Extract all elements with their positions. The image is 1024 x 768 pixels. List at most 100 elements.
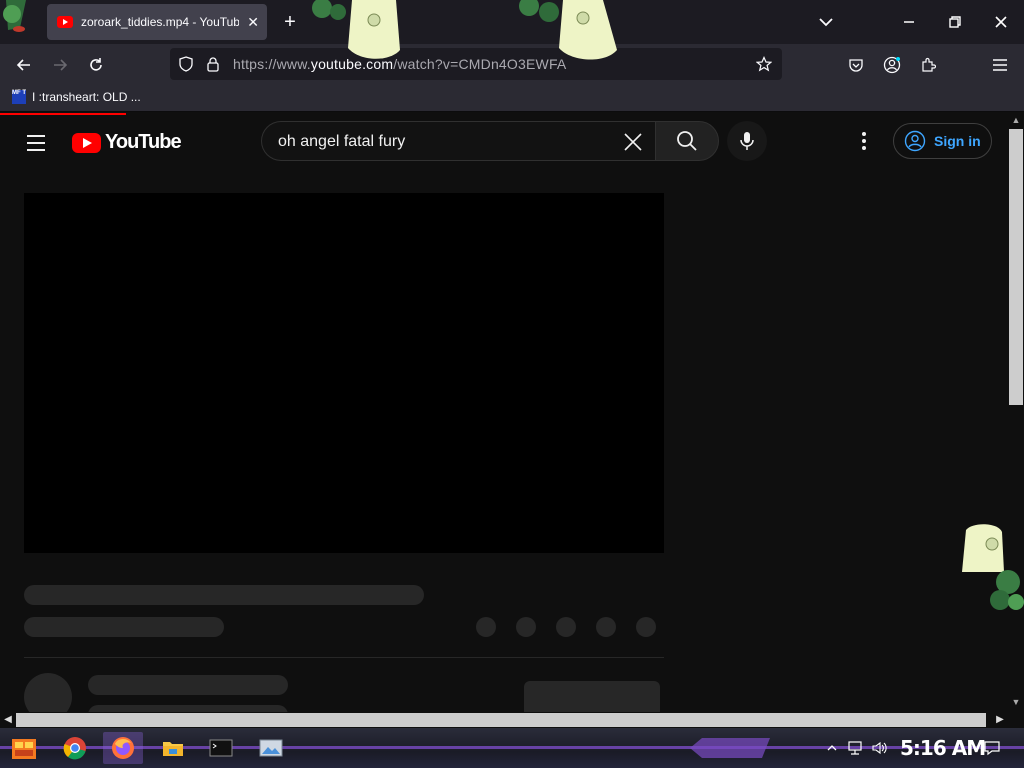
guide-menu-button[interactable] [18, 125, 54, 161]
taskbar-chrome[interactable] [55, 732, 95, 764]
vertical-scroll-thumb[interactable] [1009, 129, 1023, 405]
arrow-left-icon [16, 59, 30, 71]
notification-icon [984, 741, 1000, 756]
restore-icon [949, 16, 961, 28]
chevron-down-icon [819, 18, 833, 27]
sign-in-button[interactable]: Sign in [893, 123, 992, 159]
start-menu-icon [12, 739, 36, 759]
account-button[interactable] [878, 51, 906, 79]
taskbar-clock[interactable]: 5:16 AM [900, 736, 986, 760]
microphone-icon [740, 132, 754, 150]
action-skeleton [596, 617, 616, 637]
reload-button[interactable] [82, 51, 110, 79]
taskbar-image-viewer[interactable] [251, 732, 291, 764]
search-query: oh angel fatal fury [278, 133, 406, 150]
bookmarks-toolbar: MF T I :transheart: OLD ... [0, 86, 1024, 112]
page-loading-bar [0, 113, 126, 115]
list-all-tabs-button[interactable] [812, 10, 840, 34]
start-button[interactable] [4, 732, 44, 764]
show-hidden-icons-button[interactable] [822, 738, 842, 758]
youtube-favicon-icon [57, 16, 73, 28]
search-icon [677, 131, 697, 151]
close-window-button[interactable] [986, 8, 1016, 36]
channel-subs-skeleton [88, 705, 288, 712]
close-icon [624, 133, 642, 151]
youtube-logo[interactable]: YouTube [72, 131, 182, 154]
lock-icon[interactable] [206, 56, 220, 72]
scroll-down-arrow-icon[interactable]: ▼ [1008, 697, 1024, 711]
bookmark-item[interactable]: MF T I :transheart: OLD ... [12, 90, 141, 104]
subscribe-skeleton [524, 681, 660, 712]
taskbar-file-explorer[interactable] [153, 732, 193, 764]
new-tab-button[interactable]: + [278, 8, 302, 36]
taskbar-firefox[interactable] [103, 732, 143, 764]
user-circle-icon [904, 130, 926, 152]
search-button[interactable] [655, 121, 719, 161]
app-menu-button[interactable] [986, 51, 1014, 79]
youtube-wordmark: YouTube [105, 131, 182, 153]
vertical-scrollbar[interactable]: ▲ ▼ [1008, 113, 1024, 712]
folder-icon [163, 742, 183, 756]
action-skeleton [476, 617, 496, 637]
close-icon [995, 16, 1007, 28]
speaker-icon [872, 741, 887, 755]
pocket-icon [849, 59, 863, 72]
taskbar-decoration [690, 738, 770, 758]
search-input[interactable]: oh angel fatal fury [261, 121, 655, 161]
voice-search-button[interactable] [727, 121, 767, 161]
arrow-right-icon [54, 59, 68, 71]
decorative-sprite [962, 524, 1024, 610]
title-skeleton [24, 585, 424, 605]
search-bar: oh angel fatal fury [261, 121, 719, 161]
chrome-icon [63, 737, 86, 760]
taskbar: 5:16 AM [0, 728, 1024, 768]
bookmark-star-icon[interactable] [756, 56, 772, 72]
terminal-icon [209, 739, 233, 757]
youtube-play-icon [72, 132, 101, 153]
shield-icon[interactable] [178, 56, 194, 72]
sign-in-label: Sign in [934, 133, 981, 149]
tab-active[interactable]: zoroark_tiddies.mp4 - YouTube ✕ [47, 4, 267, 40]
action-skeleton [556, 617, 576, 637]
scroll-left-arrow-icon[interactable]: ◀ [0, 712, 16, 728]
taskbar-terminal[interactable] [201, 732, 241, 764]
channel-avatar-skeleton [24, 673, 72, 712]
minimize-icon [904, 21, 914, 23]
chevron-up-icon [827, 745, 837, 751]
settings-more-button[interactable] [852, 129, 876, 153]
firefox-icon [112, 737, 134, 759]
web-page: YouTube oh angel fatal fury Sign in [0, 113, 1008, 712]
scroll-right-arrow-icon[interactable]: ▶ [992, 712, 1008, 728]
network-button[interactable] [846, 738, 866, 758]
action-skeleton [636, 617, 656, 637]
divider [24, 657, 664, 658]
address-bar[interactable]: https://www.youtube.com/watch?v=CMDn4O3E… [170, 48, 782, 80]
decorative-sprite [312, 0, 400, 59]
hamburger-icon [993, 59, 1007, 71]
puzzle-icon [922, 57, 936, 72]
network-icon [848, 741, 862, 755]
extensions-button[interactable] [914, 51, 942, 79]
bookmark-favicon-icon: MF T [12, 90, 26, 104]
reload-icon [90, 58, 102, 71]
scroll-up-arrow-icon[interactable]: ▲ [1008, 115, 1024, 129]
back-button[interactable] [10, 51, 38, 79]
volume-button[interactable] [870, 738, 890, 758]
restore-button[interactable] [940, 8, 970, 36]
action-center-button[interactable] [982, 738, 1002, 758]
clear-search-button[interactable] [617, 126, 649, 158]
video-player[interactable] [24, 193, 664, 553]
horizontal-scrollbar[interactable]: ◀ ▶ [0, 712, 1024, 728]
tab-close-icon[interactable]: ✕ [247, 14, 259, 31]
pocket-button[interactable] [842, 51, 870, 79]
forward-button[interactable] [46, 51, 74, 79]
channel-name-skeleton [88, 675, 288, 695]
account-icon [883, 56, 901, 74]
image-viewer-icon [259, 739, 283, 757]
bookmark-label: I :transheart: OLD ... [32, 90, 141, 104]
tab-title: zoroark_tiddies.mp4 - YouTube [81, 15, 240, 29]
subtitle-skeleton [24, 617, 224, 637]
minimize-button[interactable] [894, 8, 924, 36]
horizontal-scroll-thumb[interactable] [16, 713, 986, 727]
decorative-sprite [519, 0, 617, 60]
